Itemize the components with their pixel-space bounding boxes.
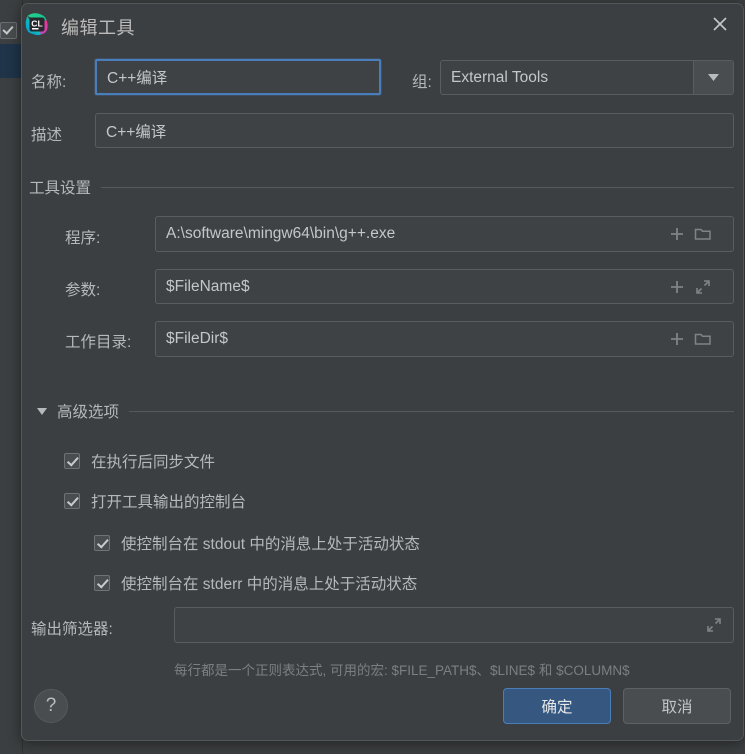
name-label: 名称: (31, 74, 67, 91)
dialog-titlebar: CL 编辑工具 (22, 4, 743, 45)
advanced-options-title: 高级选项 (57, 404, 120, 421)
plus-icon[interactable] (668, 330, 686, 348)
description-label: 描述 (31, 127, 63, 144)
tool-settings-title: 工具设置 (29, 180, 92, 197)
group-combobox-value: External Tools (451, 68, 549, 86)
section-divider (129, 410, 734, 412)
workdir-field-actions (668, 321, 712, 357)
section-divider (101, 186, 734, 188)
checkbox-label: 使控制台在 stderr 中的消息上处于活动状态 (121, 576, 418, 593)
output-filter-hint: 每行都是一个正则表达式, 可用的宏: $FILE_PATH$、$LINE$ 和 … (174, 663, 630, 678)
checkbox-label: 打开工具输出的控制台 (91, 494, 247, 511)
plus-icon[interactable] (668, 278, 686, 296)
output-filter-label: 输出筛选器: (31, 621, 113, 638)
group-label: 组: (412, 74, 432, 91)
clion-logo-icon: CL (22, 9, 52, 39)
ok-button[interactable]: 确定 (503, 688, 611, 724)
checkbox-make-console-active-on-stderr[interactable]: 使控制台在 stderr 中的消息上处于活动状态 (94, 572, 417, 594)
checkbox-icon[interactable] (64, 453, 80, 469)
arguments-input[interactable] (155, 269, 734, 304)
description-input[interactable] (95, 113, 734, 148)
svg-text:CL: CL (31, 19, 42, 29)
checkbox-icon[interactable] (94, 575, 110, 591)
expand-icon[interactable] (705, 616, 723, 634)
folder-icon[interactable] (694, 330, 712, 348)
background-checkbox[interactable] (0, 22, 17, 39)
arguments-label: 参数: (65, 282, 101, 299)
folder-icon[interactable] (694, 225, 712, 243)
group-combobox[interactable]: External Tools (440, 60, 734, 95)
background-selected-row[interactable] (0, 44, 21, 78)
close-icon[interactable] (703, 8, 737, 40)
workdir-input[interactable] (155, 321, 734, 357)
program-input[interactable] (155, 216, 734, 252)
program-label: 程序: (65, 230, 101, 247)
help-button[interactable]: ? (34, 689, 68, 723)
checkbox-make-console-active-on-stdout[interactable]: 使控制台在 stdout 中的消息上处于活动状态 (94, 532, 420, 554)
plus-icon[interactable] (668, 225, 686, 243)
name-input[interactable] (95, 59, 381, 95)
checkbox-open-console-for-tool-output[interactable]: 打开工具输出的控制台 (64, 490, 246, 512)
background-panel-strip (0, 0, 23, 754)
checkbox-label: 在执行后同步文件 (91, 454, 216, 471)
checkbox-icon[interactable] (94, 535, 110, 551)
tool-settings-section-header: 工具设置 (29, 176, 734, 198)
expand-icon[interactable] (694, 278, 712, 296)
program-field-actions (668, 216, 712, 252)
triangle-down-icon[interactable] (37, 407, 47, 415)
checkbox-label: 使控制台在 stdout 中的消息上处于活动状态 (121, 536, 420, 553)
output-filter-input[interactable] (174, 607, 734, 643)
output-filter-field-actions (705, 607, 723, 643)
advanced-options-section-header[interactable]: 高级选项 (37, 400, 734, 422)
workdir-label: 工作目录: (65, 334, 132, 351)
dialog-title: 编辑工具 (61, 18, 135, 38)
edit-tool-dialog: CL 编辑工具 名称: 组: External Tools 描述 工具设置 程序… (21, 3, 744, 741)
chevron-down-icon[interactable] (693, 61, 733, 94)
arguments-field-actions (668, 269, 712, 304)
checkbox-icon[interactable] (64, 493, 80, 509)
checkbox-sync-files-after-execution[interactable]: 在执行后同步文件 (64, 450, 215, 472)
cancel-button[interactable]: 取消 (623, 688, 731, 724)
